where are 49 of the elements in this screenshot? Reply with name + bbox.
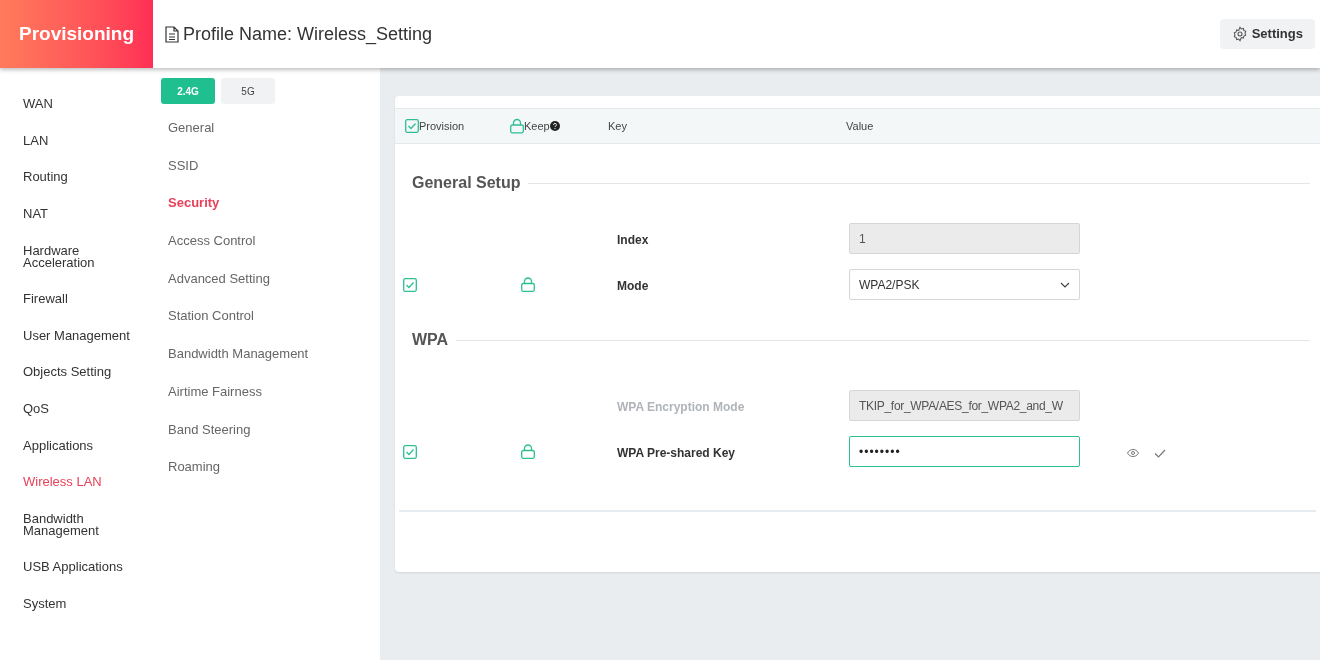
app-title: Provisioning — [0, 0, 153, 68]
column-header: Keep — [524, 118, 550, 134]
subnav-item[interactable]: Station Control — [168, 306, 380, 345]
readonly-field[interactable]: 1 — [849, 223, 1080, 254]
eye-icon[interactable] — [1127, 449, 1139, 457]
password-field[interactable]: •••••••• — [849, 436, 1080, 467]
sidebar-item[interactable]: LAN — [23, 128, 138, 153]
subnav-item[interactable]: Band Steering — [168, 419, 380, 458]
subnav-item[interactable]: Access Control — [168, 231, 380, 269]
sidebar-item[interactable]: Wireless LAN — [23, 470, 138, 495]
sidebar-item[interactable]: QoS — [23, 397, 138, 422]
subnav-item[interactable]: Bandwidth Management — [168, 344, 380, 382]
help-icon — [549, 121, 560, 131]
sidebar-item[interactable]: User Management — [23, 323, 138, 348]
subnav-item[interactable]: Advanced Setting — [168, 268, 380, 307]
sidebar-item[interactable]: Routing — [23, 165, 138, 190]
column-header: Key — [608, 118, 627, 134]
mode-dropdown[interactable]: WPA2/PSK — [849, 269, 1080, 300]
field-label: Index — [617, 232, 649, 247]
sidebar-item[interactable]: Hardware Acceleration — [23, 238, 138, 275]
column-header: Value — [846, 118, 874, 134]
subnav-item[interactable]: Security — [168, 193, 380, 232]
field-label: Mode — [617, 278, 649, 293]
field-label: WPA Pre-shared Key — [617, 445, 736, 460]
sidebar-item[interactable]: Objects Setting — [23, 360, 138, 385]
sidebar-item[interactable]: NAT — [23, 202, 138, 227]
sidebar-item[interactable]: WAN — [23, 92, 138, 117]
lock-icon — [510, 118, 524, 134]
chevron-down-icon — [1060, 281, 1070, 288]
settings-button[interactable]: Settings — [1219, 19, 1315, 49]
section-title: General Setup — [412, 173, 521, 193]
sidebar-item[interactable]: Bandwidth Management — [23, 506, 138, 543]
subnav-item[interactable]: Roaming — [168, 457, 380, 495]
subnav-item[interactable]: General — [168, 118, 380, 156]
subnav-item[interactable]: SSID — [168, 155, 380, 194]
sidebar-item[interactable]: Firewall — [23, 287, 138, 312]
checkbox-icon — [405, 119, 419, 133]
band-tab[interactable]: 5G — [221, 78, 275, 104]
section-title: WPA — [412, 330, 449, 350]
field-label: WPA Encryption Mode — [617, 399, 745, 414]
sidebar-item[interactable]: Applications — [23, 433, 138, 458]
profile-title: Profile Name: Wireless_Setting — [183, 22, 433, 47]
settings-icon — [1231, 26, 1248, 42]
column-header: Provision — [419, 118, 465, 134]
sidebar-item[interactable]: USB Applications — [23, 555, 138, 580]
sidebar-item[interactable]: System — [23, 592, 138, 616]
check-icon[interactable] — [1154, 448, 1166, 458]
subnav-item[interactable]: Airtime Fairness — [168, 381, 380, 420]
document-icon — [165, 25, 179, 43]
